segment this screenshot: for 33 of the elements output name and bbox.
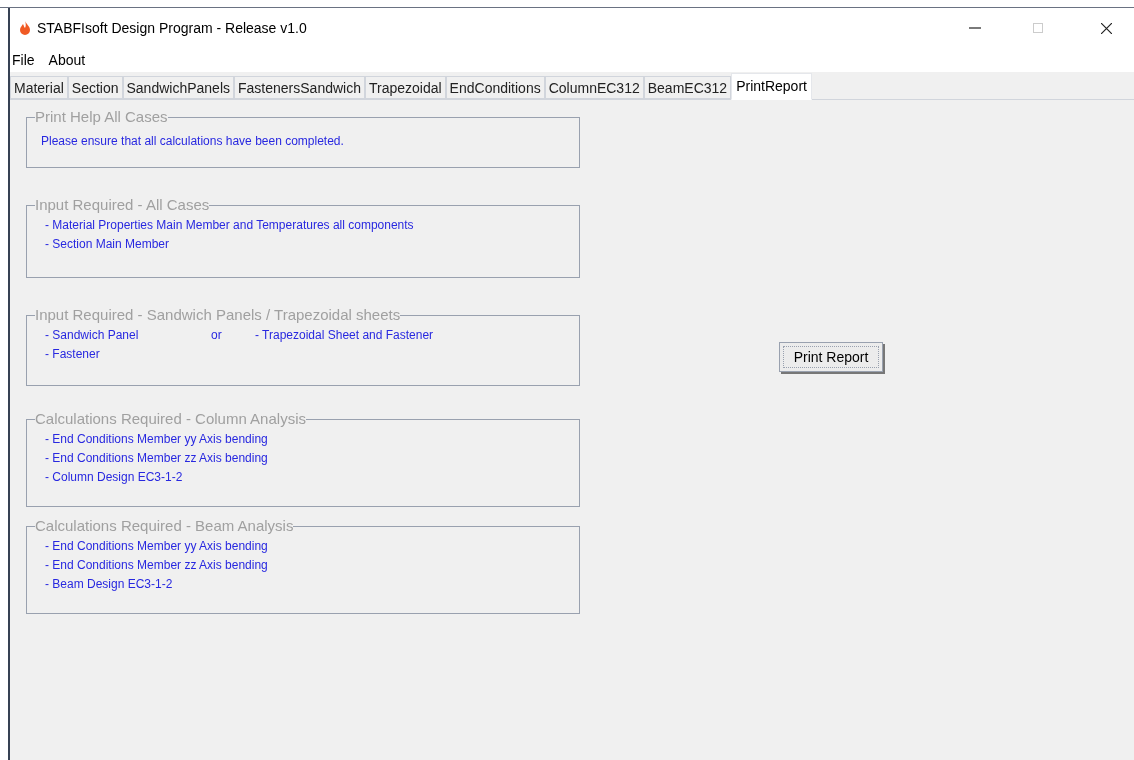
requirement-text: - Sandwich Panel [45, 326, 140, 343]
requirement-text: - Section Main Member [45, 235, 170, 252]
tab[interactable]: Material [10, 76, 68, 99]
group-title: Print Help All Cases [35, 107, 168, 127]
print-report-button[interactable]: Print Report [778, 342, 884, 372]
tab[interactable]: SandwichPanels [122, 76, 234, 99]
tab[interactable]: Section [67, 76, 123, 99]
tab[interactable]: ColumnEC312 [544, 76, 644, 99]
requirement-text: - Trapezoidal Sheet and Fastener [255, 326, 434, 343]
requirement-text: - Material Properties Main Member and Temperatures all components [45, 216, 414, 233]
group-title: Calculations Required - Beam Analysis [35, 516, 294, 536]
requirement-text: - Fastener [45, 345, 100, 362]
flame-icon [19, 21, 31, 35]
requirement-text: Please ensure that all calculations have been completed. [41, 132, 344, 149]
tab[interactable]: BeamEC312 [643, 76, 732, 99]
requirement-text: - End Conditions Member zz Axis bending [45, 556, 268, 573]
tab[interactable]: FastenersSandwich [234, 76, 365, 99]
group-title: Input Required - Sandwich Panels / Trapezoidal sheets [35, 305, 401, 325]
menu-item[interactable]: File [12, 49, 35, 71]
requirement-text: - End Conditions Member yy Axis bending [45, 430, 268, 447]
requirement-text: - End Conditions Member yy Axis bending [45, 537, 268, 554]
requirement-text: - End Conditions Member zz Axis bending [45, 449, 268, 466]
tab[interactable]: Trapezoidal [364, 76, 446, 99]
group-title: Input Required - All Cases [35, 195, 210, 215]
group-title: Calculations Required - Column Analysis [35, 409, 306, 429]
tab[interactable]: EndConditions [445, 76, 545, 99]
window-title: STABFIsoft Design Program - Release v1.0 [37, 18, 307, 38]
tab[interactable]: PrintReport [731, 73, 812, 100]
requirement-text: or [211, 326, 223, 343]
menu-item[interactable]: About [48, 49, 86, 71]
requirement-text: - Beam Design EC3-1-2 [45, 575, 173, 592]
close-icon[interactable] [1101, 22, 1112, 34]
requirement-text: - Column Design EC3-1-2 [45, 468, 183, 485]
